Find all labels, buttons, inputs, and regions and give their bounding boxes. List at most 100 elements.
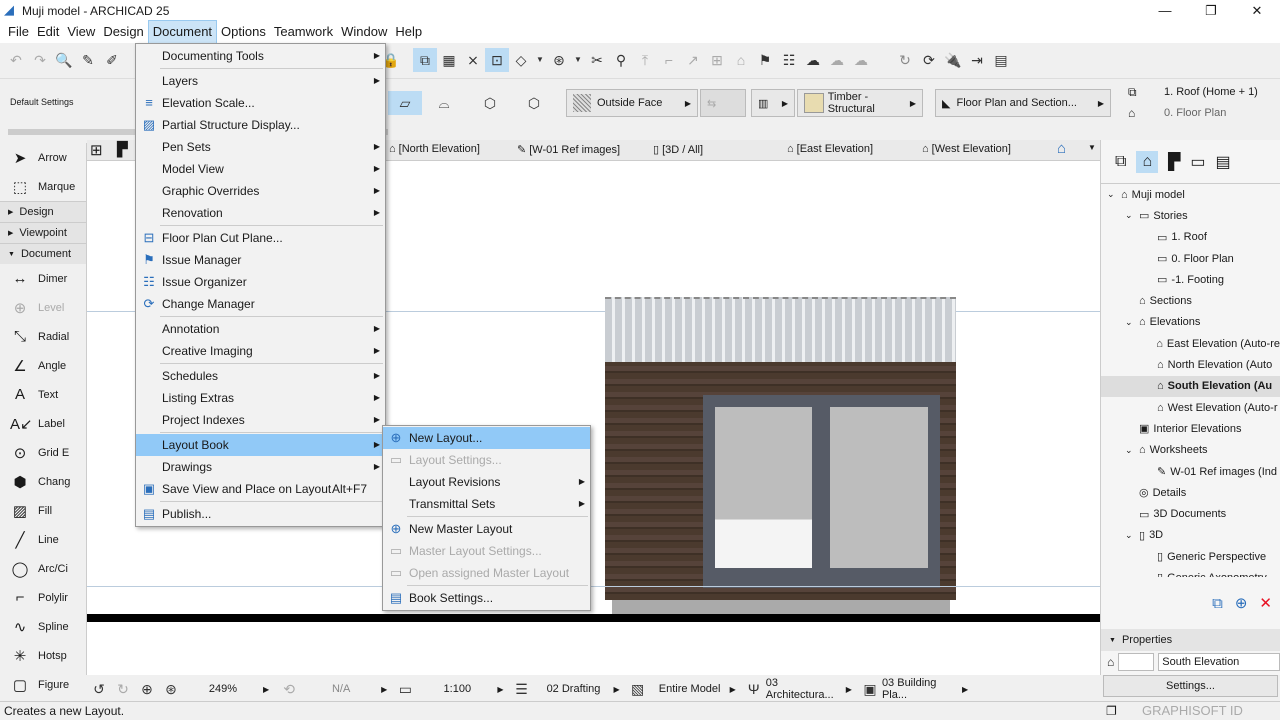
expand-chevron-icon[interactable]: ⌄ bbox=[1107, 189, 1117, 200]
menu-view[interactable]: View bbox=[63, 21, 99, 43]
menu-help[interactable]: Help bbox=[391, 21, 426, 43]
top-story-link[interactable]: 1. Roof (Home + 1) bbox=[1164, 86, 1258, 98]
menu-file[interactable]: File bbox=[4, 21, 33, 43]
delete-icon[interactable]: ✕ bbox=[1259, 594, 1272, 612]
structure-display-selector[interactable]: ◣ Floor Plan and Section... ▶ bbox=[935, 89, 1111, 117]
resize-icon[interactable]: ⊞ bbox=[705, 48, 729, 72]
cross-icon[interactable]: ⨯ bbox=[461, 48, 485, 72]
menu-item-book-settings[interactable]: ▤ Book Settings... bbox=[383, 587, 590, 609]
tool-polylir[interactable]: ⌐ Polylir bbox=[0, 583, 86, 612]
menu-item-new-layout[interactable]: ⊕ New Layout... bbox=[383, 427, 590, 449]
view-list-icon[interactable]: ⌂ bbox=[1057, 140, 1066, 157]
pen-icon[interactable]: Ψ bbox=[742, 677, 766, 701]
undo-icon[interactable]: ↶ bbox=[4, 48, 28, 72]
model-view-icon[interactable]: ▧ bbox=[626, 677, 650, 701]
model-view-value[interactable]: Entire Model bbox=[650, 683, 730, 695]
floorplan-tab-icon[interactable]: ▛ bbox=[117, 141, 128, 158]
magic-wand-icon[interactable]: ⚲ bbox=[609, 48, 633, 72]
flag-icon[interactable]: ⚑ bbox=[753, 48, 777, 72]
layout-book-icon[interactable]: ▭ bbox=[1190, 152, 1205, 172]
rotate-icon[interactable]: ⟲ bbox=[277, 677, 301, 701]
menu-item-graphic-overrides[interactable]: Graphic Overrides ▶ bbox=[136, 180, 385, 202]
trace-icon[interactable]: ⧉ bbox=[413, 47, 437, 72]
menu-item-partial-structure-display[interactable]: ▨ Partial Structure Display... bbox=[136, 114, 385, 136]
elevate-icon[interactable]: ⤒ bbox=[633, 48, 657, 72]
view-map-icon[interactable]: ▛ bbox=[1168, 152, 1180, 172]
navigator-item[interactable]: ✎ W-01 Ref images (Ind bbox=[1101, 461, 1280, 482]
menu-item-drawings[interactable]: Drawings ▶ bbox=[136, 456, 385, 478]
tool-level[interactable]: ⊕ Level bbox=[0, 293, 86, 322]
navigator-item[interactable]: ⌂ Sections bbox=[1101, 290, 1280, 311]
tab-worksheet[interactable]: ✎ [W-01 Ref images] bbox=[517, 143, 620, 157]
structure-type-selector[interactable]: ▥ ▶ bbox=[751, 89, 795, 117]
dimension-icon[interactable]: ▣ bbox=[858, 677, 882, 701]
menu-item-listing-extras[interactable]: Listing Extras ▶ bbox=[136, 387, 385, 409]
menu-item-renovation[interactable]: Renovation ▶ bbox=[136, 202, 385, 224]
document-icon[interactable]: ▤ bbox=[989, 48, 1013, 72]
tab-3d[interactable]: ▯ [3D / All] bbox=[653, 143, 703, 157]
inject-icon[interactable]: ✐ bbox=[100, 48, 124, 72]
view-name-field[interactable]: South Elevation bbox=[1158, 653, 1280, 671]
zoom-value[interactable]: 249% bbox=[183, 683, 263, 695]
navigator-item[interactable]: ▣ Interior Elevations bbox=[1101, 418, 1280, 439]
tool-angle[interactable]: ∠ Angle bbox=[0, 351, 86, 380]
navigator-item[interactable]: ◎ Details bbox=[1101, 482, 1280, 503]
tab-dropdown-icon[interactable]: ▼ bbox=[1088, 143, 1096, 152]
navigator-item[interactable]: ⌄ ⌂ Worksheets bbox=[1101, 440, 1280, 461]
menu-item-change-manager[interactable]: ⟳ Change Manager bbox=[136, 293, 385, 315]
maximize-button[interactable]: ❐ bbox=[1188, 0, 1234, 21]
group-design[interactable]: ▶ Design bbox=[0, 201, 86, 222]
measure-icon[interactable]: ▦ bbox=[437, 48, 461, 72]
id-field[interactable] bbox=[1118, 653, 1155, 671]
curve-icon[interactable]: ↗ bbox=[681, 48, 705, 72]
menu-item-model-view[interactable]: Model View ▶ bbox=[136, 158, 385, 180]
tool-radial[interactable]: ⤡ Radial bbox=[0, 322, 86, 351]
settings-button[interactable]: Settings... bbox=[1103, 675, 1278, 697]
navigator-item[interactable]: ⌄ ⌂ Muji model bbox=[1101, 184, 1280, 205]
scale-value[interactable]: 1:100 bbox=[417, 683, 497, 695]
scissors-icon[interactable]: ✂ bbox=[585, 48, 609, 72]
zoom-in-icon[interactable]: ⊕ bbox=[135, 677, 159, 701]
dropdown-icon[interactable]: ▼ bbox=[571, 48, 585, 72]
menu-item-annotation[interactable]: Annotation ▶ bbox=[136, 318, 385, 340]
navigator-item[interactable]: ⌂ East Elevation (Auto-re bbox=[1101, 333, 1280, 354]
group-viewpoint[interactable]: ▶ Viewpoint bbox=[0, 222, 86, 243]
find-select-icon[interactable]: 🔍 bbox=[52, 48, 76, 72]
menu-design[interactable]: Design bbox=[99, 21, 147, 43]
building-material-selector[interactable]: Timber - Structural ▶ bbox=[797, 89, 923, 117]
redo-icon[interactable]: ↷ bbox=[28, 48, 52, 72]
publisher-icon[interactable]: ▤ bbox=[1216, 152, 1231, 172]
tab-overview-icon[interactable]: ⊞ bbox=[90, 141, 103, 159]
minimize-button[interactable]: — bbox=[1142, 0, 1188, 21]
tab-east-elevation[interactable]: ⌂ [East Elevation] bbox=[787, 143, 873, 155]
cloud-icon[interactable]: ☁ bbox=[801, 48, 825, 72]
geometry-box-icon[interactable]: ⬡ bbox=[478, 91, 502, 115]
navigator-item[interactable]: ⌂ South Elevation (Au bbox=[1101, 375, 1280, 397]
rebuild-icon[interactable]: ⟳ bbox=[917, 48, 941, 72]
bimx-icon[interactable]: ☁ bbox=[849, 48, 873, 72]
menu-options[interactable]: Options bbox=[217, 21, 270, 43]
geometry-curved-icon[interactable]: ⌓ bbox=[432, 91, 456, 115]
navigator-item[interactable]: ▯ Generic Axonometry bbox=[1101, 567, 1280, 577]
surface-selector[interactable]: Outside Face ▶ bbox=[566, 89, 698, 117]
fit-window-icon[interactable]: ⊛ bbox=[159, 677, 183, 701]
dim-style-value[interactable]: 03 Building Pla... bbox=[882, 677, 962, 701]
flip-button[interactable]: ⇆ bbox=[700, 89, 746, 117]
layer-icon[interactable]: ☰ bbox=[509, 677, 533, 701]
menu-item-new-master-layout[interactable]: ⊕ New Master Layout bbox=[383, 518, 590, 540]
navigator-item[interactable]: ▭ 3D Documents bbox=[1101, 503, 1280, 524]
expand-chevron-icon[interactable]: ⌄ bbox=[1125, 210, 1135, 221]
navigator-item[interactable]: ⌄ ▭ Stories bbox=[1101, 205, 1280, 226]
tab-north-elevation[interactable]: ⌂ [North Elevation] bbox=[389, 143, 480, 155]
roof-icon[interactable]: ⌂ bbox=[729, 48, 753, 72]
bottom-story-link[interactable]: 0. Floor Plan bbox=[1164, 107, 1226, 119]
tab-west-elevation[interactable]: ⌂ [West Elevation] bbox=[922, 143, 1011, 155]
tool-figure[interactable]: ▢ Figure bbox=[0, 670, 86, 699]
group-document[interactable]: ▼ Document bbox=[0, 243, 86, 264]
pick-up-icon[interactable]: ✎ bbox=[76, 48, 100, 72]
menu-item-project-indexes[interactable]: Project Indexes ▶ bbox=[136, 409, 385, 431]
tool-dimer[interactable]: ↔ Dimer bbox=[0, 264, 86, 293]
menu-document[interactable]: Document bbox=[147, 20, 218, 44]
menu-window[interactable]: Window bbox=[337, 21, 391, 43]
tool-spline[interactable]: ∿ Spline bbox=[0, 612, 86, 641]
